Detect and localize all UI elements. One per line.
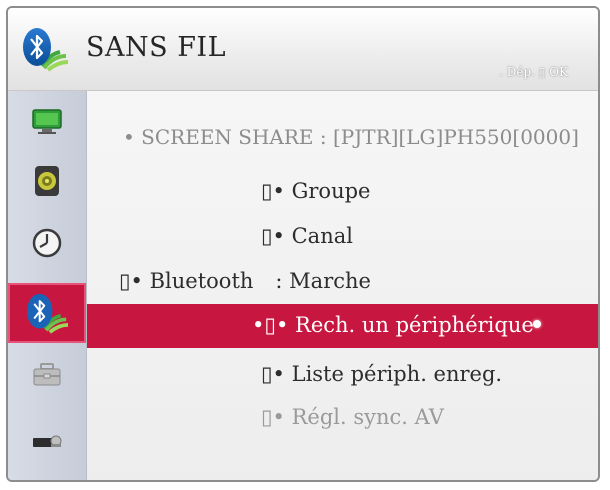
- category-sidebar: [8, 91, 87, 480]
- sidebar-item-input[interactable]: [8, 411, 86, 471]
- sidebar-item-picture[interactable]: [8, 91, 86, 151]
- page-title: SANS FIL: [86, 32, 227, 63]
- bluetooth-label: ▯• Bluetooth: [119, 269, 254, 293]
- selection-indicator-icon: [533, 320, 541, 328]
- menu-item-search-device[interactable]: •▯• Rech. un périphérique: [252, 313, 534, 337]
- toolbox-icon: [33, 363, 61, 386]
- menu-item-bluetooth[interactable]: ▯• Bluetooth : Marche: [119, 269, 371, 293]
- navigation-hint: . Dép. ▯ OK: [499, 65, 568, 79]
- sidebar-item-sound[interactable]: [8, 151, 86, 211]
- bluetooth-value: : Marche: [275, 269, 371, 293]
- clock-icon: [32, 228, 62, 258]
- menu-item-av-sync[interactable]: ▯• Régl. sync. AV: [261, 405, 444, 429]
- speaker-icon: [35, 166, 59, 196]
- menu-item-canal[interactable]: ▯• Canal: [261, 224, 353, 248]
- screen-share-item[interactable]: • SCREEN SHARE : [PJTR][LG]PH550[0000]: [123, 125, 579, 149]
- bluetooth-wireless-icon: [26, 293, 69, 334]
- monitor-icon: [32, 109, 62, 134]
- wireless-menu-window: SANS FIL . Dép. ▯ OK • SCREEN SHARE: [P…: [6, 6, 600, 482]
- menu-item-groupe[interactable]: ▯• Groupe: [261, 179, 370, 203]
- menu-content: • SCREEN SHARE : [PJTR][LG]PH550[0000] ▯…: [87, 91, 598, 480]
- sidebar-item-wireless[interactable]: [8, 283, 86, 343]
- input-device-icon: [33, 435, 62, 447]
- menu-item-saved-devices[interactable]: ▯• Liste périph. enreg.: [261, 362, 502, 386]
- bluetooth-wireless-icon: [23, 28, 69, 72]
- menu-header: SANS FIL . Dép. ▯ OK: [8, 8, 598, 91]
- sidebar-item-time[interactable]: [8, 213, 86, 273]
- sidebar-item-settings[interactable]: [8, 345, 86, 405]
